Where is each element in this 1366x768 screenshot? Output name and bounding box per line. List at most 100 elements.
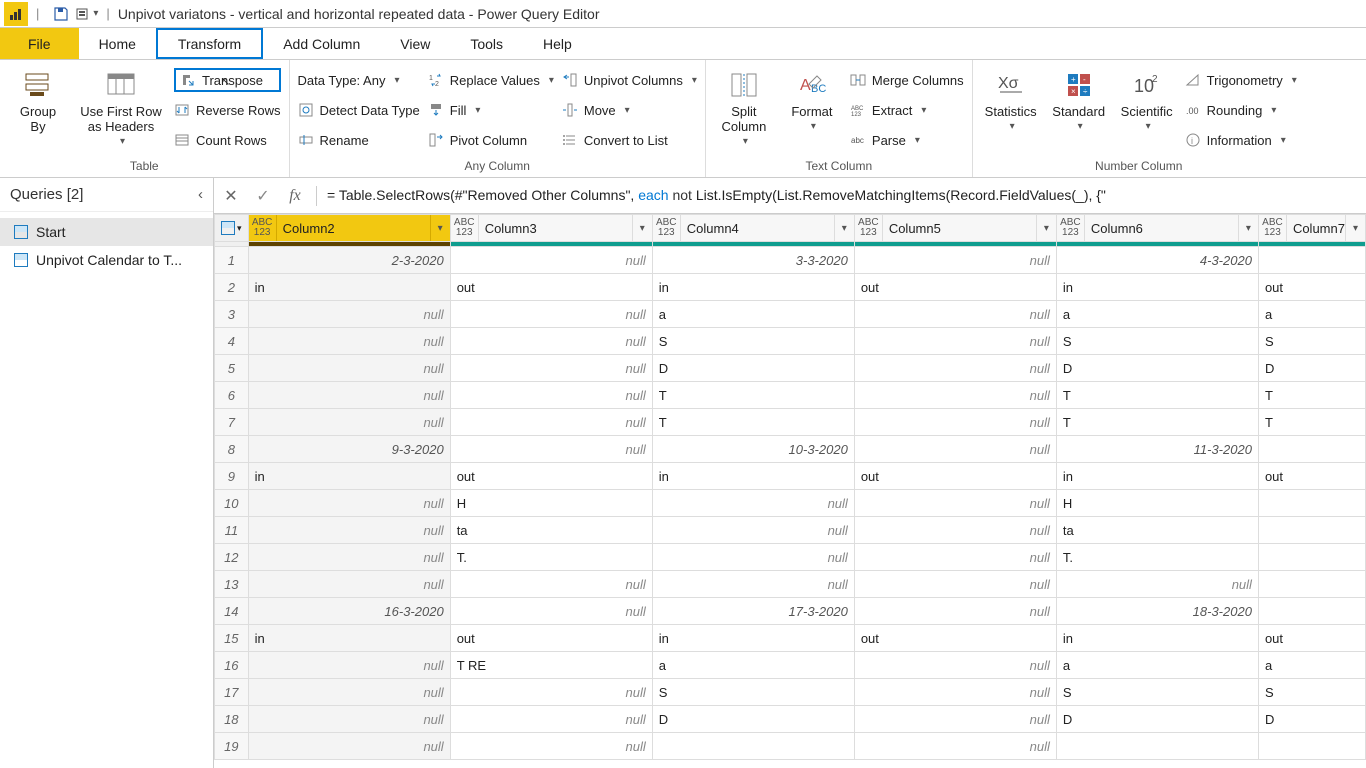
table-row[interactable]: 6nullnullTnullTT xyxy=(215,382,1366,409)
table-row[interactable]: 13nullnullnullnullnull xyxy=(215,571,1366,598)
table-row[interactable]: 12nullT.nullnullT. xyxy=(215,544,1366,571)
cell[interactable]: null xyxy=(450,706,652,733)
menu-transform[interactable]: Transform xyxy=(156,28,263,59)
filter-dropdown-icon[interactable]: ▾ xyxy=(1345,215,1365,241)
cell[interactable]: null xyxy=(248,733,450,760)
cell[interactable]: null xyxy=(854,436,1056,463)
scientific-button[interactable]: 102 Scientific xyxy=(1117,64,1177,132)
cell[interactable] xyxy=(1258,517,1365,544)
cell[interactable]: null xyxy=(248,706,450,733)
cell[interactable]: null xyxy=(450,409,652,436)
trigonometry-button[interactable]: Trigonometry xyxy=(1185,68,1297,92)
format-button[interactable]: ABC Format xyxy=(782,64,842,132)
cell[interactable]: T xyxy=(1258,382,1365,409)
cell[interactable]: null xyxy=(854,409,1056,436)
cell[interactable]: D xyxy=(1056,706,1258,733)
query-item-unpivot[interactable]: Unpivot Calendar to T... xyxy=(0,246,213,274)
cell[interactable]: a xyxy=(1056,301,1258,328)
cell[interactable] xyxy=(652,733,854,760)
cell[interactable]: out xyxy=(1258,274,1365,301)
table-row[interactable]: 4nullnullSnullSS xyxy=(215,328,1366,355)
cell[interactable]: in xyxy=(248,274,450,301)
table-row[interactable]: 19nullnullnull xyxy=(215,733,1366,760)
cell[interactable]: in xyxy=(1056,274,1258,301)
count-rows-button[interactable]: Count Rows xyxy=(174,128,281,152)
formula-accept-icon[interactable]: ✓ xyxy=(252,186,274,206)
query-item-start[interactable]: Start xyxy=(0,218,213,246)
cell[interactable]: null xyxy=(248,382,450,409)
cell[interactable]: null xyxy=(248,652,450,679)
cell[interactable]: out xyxy=(450,274,652,301)
cell[interactable]: D xyxy=(1258,355,1365,382)
reverse-rows-button[interactable]: Reverse Rows xyxy=(174,98,281,122)
menu-add-column[interactable]: Add Column xyxy=(263,28,380,59)
merge-columns-button[interactable]: Merge Columns xyxy=(850,68,964,92)
qat-dropdown-icon[interactable]: ▾ xyxy=(93,8,98,19)
cell[interactable]: a xyxy=(652,652,854,679)
cell[interactable]: null xyxy=(248,355,450,382)
cell[interactable]: null xyxy=(854,706,1056,733)
cell[interactable]: null xyxy=(248,571,450,598)
cell[interactable]: null xyxy=(854,571,1056,598)
cell[interactable]: T xyxy=(1056,382,1258,409)
cell[interactable]: 9-3-2020 xyxy=(248,436,450,463)
statistics-button[interactable]: Χσ Statistics xyxy=(981,64,1041,132)
filter-dropdown-icon[interactable]: ▾ xyxy=(834,215,854,241)
cell[interactable]: in xyxy=(652,274,854,301)
cell[interactable]: null xyxy=(652,490,854,517)
cell[interactable]: null xyxy=(854,301,1056,328)
cell[interactable]: T xyxy=(652,382,854,409)
cell[interactable]: null xyxy=(652,571,854,598)
type-icon[interactable]: ABC 123 xyxy=(855,215,883,241)
table-row[interactable]: 89-3-2020null10-3-2020null11-3-2020 xyxy=(215,436,1366,463)
cell[interactable]: D xyxy=(652,706,854,733)
cell[interactable]: 17-3-2020 xyxy=(652,598,854,625)
cell[interactable] xyxy=(1258,247,1365,274)
fx-icon[interactable]: fx xyxy=(284,187,306,205)
cell[interactable]: T RE xyxy=(450,652,652,679)
cell[interactable]: out xyxy=(854,274,1056,301)
cell[interactable]: null xyxy=(450,598,652,625)
cell[interactable]: T xyxy=(1056,409,1258,436)
cell[interactable]: in xyxy=(1056,463,1258,490)
cell[interactable]: null xyxy=(854,679,1056,706)
split-column-button[interactable]: Split Column xyxy=(714,64,774,147)
extract-button[interactable]: ABC123 Extract xyxy=(850,98,964,122)
data-type-button[interactable]: Data Type: Any xyxy=(298,68,420,92)
cell[interactable]: null xyxy=(450,733,652,760)
move-button[interactable]: Move xyxy=(562,98,697,122)
formula-cancel-icon[interactable]: ✕ xyxy=(220,186,242,206)
filter-dropdown-icon[interactable]: ▾ xyxy=(632,215,652,241)
cell[interactable]: a xyxy=(652,301,854,328)
unpivot-button[interactable]: Unpivot Columns xyxy=(562,68,697,92)
cell[interactable] xyxy=(1056,733,1258,760)
cell[interactable]: S xyxy=(1056,679,1258,706)
type-icon[interactable]: ABC 123 xyxy=(1259,215,1287,241)
table-row[interactable]: 15inoutinoutinout xyxy=(215,625,1366,652)
cell[interactable] xyxy=(1258,598,1365,625)
cell[interactable]: in xyxy=(248,463,450,490)
table-row[interactable]: 12-3-2020null3-3-2020null4-3-2020 xyxy=(215,247,1366,274)
rename-button[interactable]: Rename xyxy=(298,128,420,152)
table-row[interactable]: 7nullnullTnullTT xyxy=(215,409,1366,436)
cell[interactable]: D xyxy=(1258,706,1365,733)
filter-dropdown-icon[interactable]: ▾ xyxy=(1238,215,1258,241)
cell[interactable]: null xyxy=(854,733,1056,760)
cell[interactable]: null xyxy=(1056,571,1258,598)
cell[interactable]: null xyxy=(450,382,652,409)
cell[interactable] xyxy=(1258,733,1365,760)
cell[interactable]: H xyxy=(450,490,652,517)
standard-button[interactable]: +-×÷ Standard xyxy=(1049,64,1109,132)
cell[interactable]: out xyxy=(450,625,652,652)
table-row[interactable]: 18nullnullDnullDD xyxy=(215,706,1366,733)
table-row[interactable]: 10nullHnullnullH xyxy=(215,490,1366,517)
information-button[interactable]: i Information xyxy=(1185,128,1297,152)
type-icon[interactable]: ABC 123 xyxy=(249,215,277,241)
cell[interactable]: out xyxy=(854,463,1056,490)
cell[interactable]: null xyxy=(652,544,854,571)
cell[interactable]: S xyxy=(1258,328,1365,355)
cell[interactable]: null xyxy=(450,571,652,598)
cell[interactable]: 3-3-2020 xyxy=(652,247,854,274)
table-row[interactable]: 3nullnullanullaa xyxy=(215,301,1366,328)
cell[interactable]: 11-3-2020 xyxy=(1056,436,1258,463)
